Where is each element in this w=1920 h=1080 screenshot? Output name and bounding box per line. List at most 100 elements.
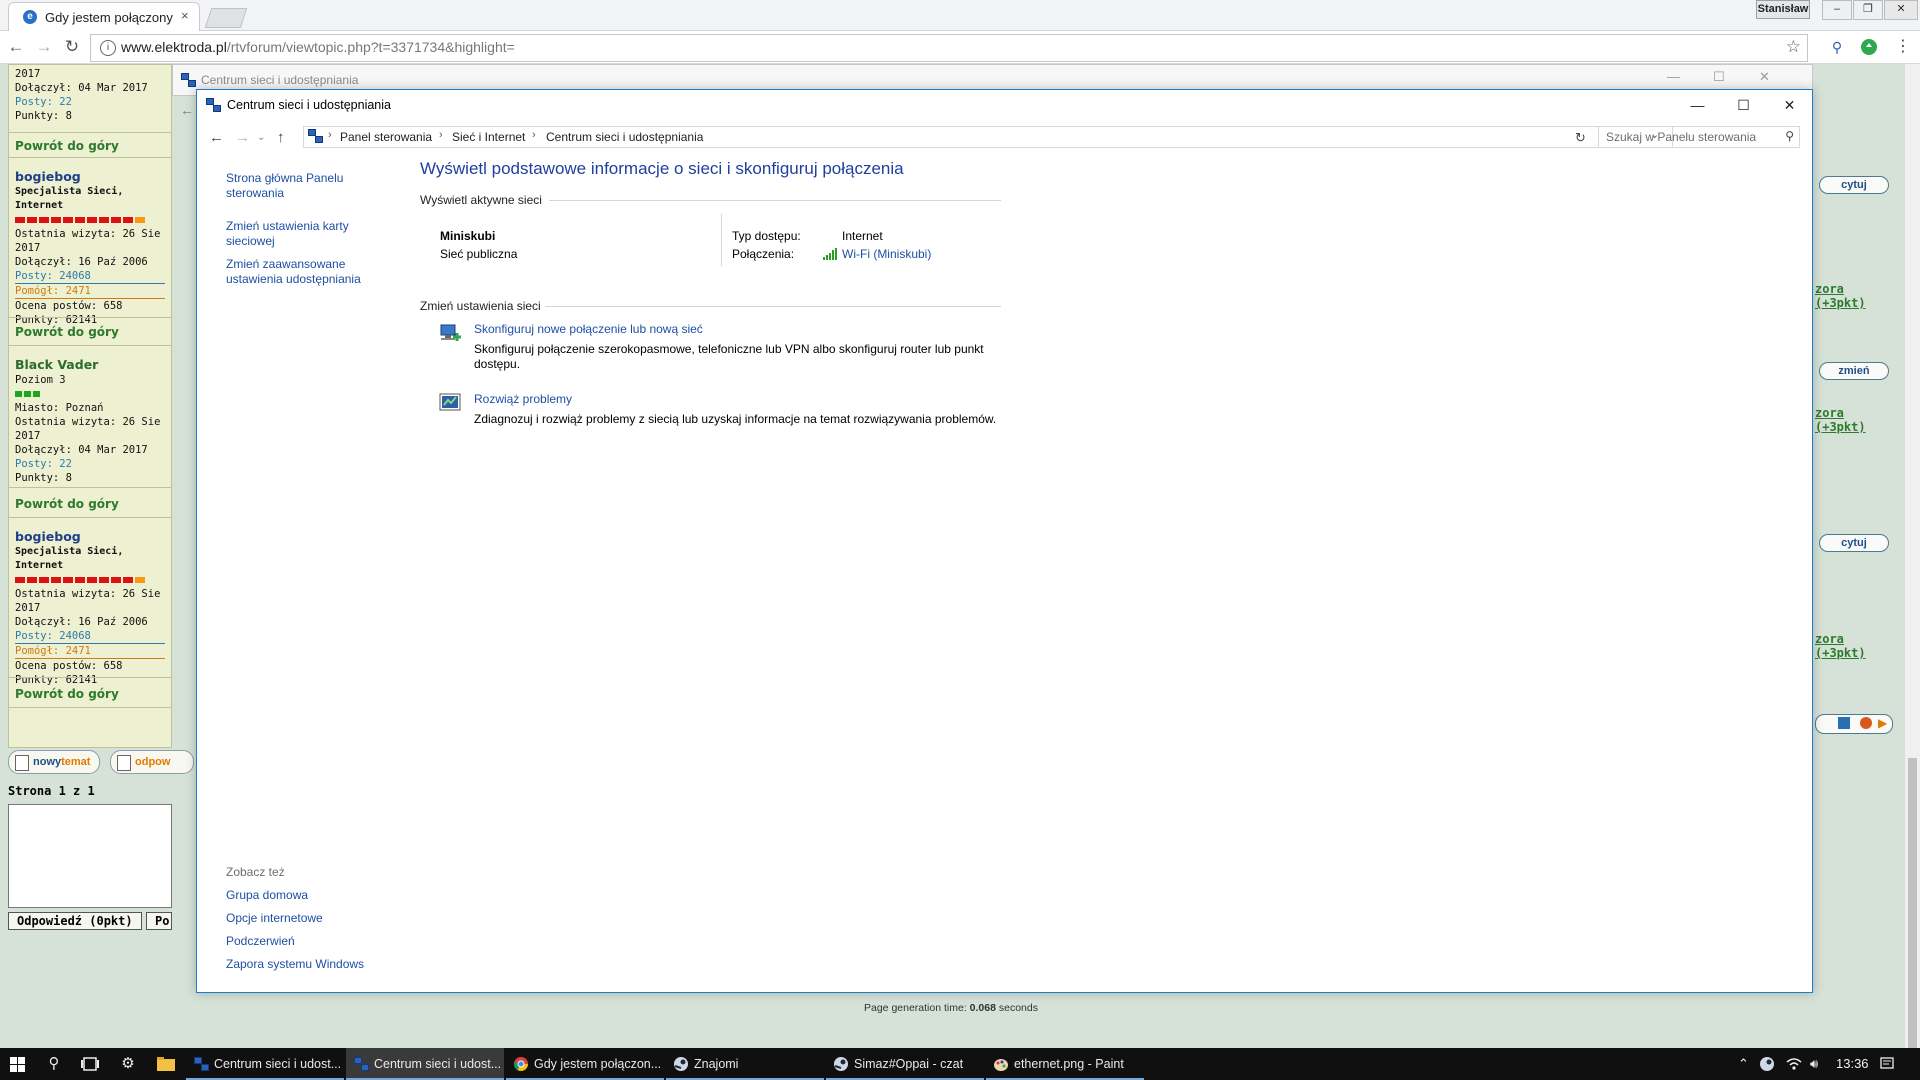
- back-to-top-link[interactable]: Powrót do góry: [15, 497, 119, 511]
- helpful-link[interactable]: zora (+3pkt): [1815, 632, 1896, 660]
- star-icon[interactable]: ☆: [1786, 37, 1801, 57]
- steam-tray-icon[interactable]: [1760, 1048, 1774, 1080]
- back-icon[interactable]: ←: [209, 129, 224, 146]
- show-hidden-icons[interactable]: ⌃: [1738, 1048, 1749, 1080]
- quote-button[interactable]: cytuj: [1819, 176, 1889, 194]
- breadcrumb-network-center[interactable]: Centrum sieci i udostępniania: [546, 130, 703, 144]
- author-name[interactable]: Black Vader: [15, 357, 165, 373]
- wifi-connection-link[interactable]: Wi-Fi (Miniskubi): [842, 247, 931, 261]
- see-also-infrared[interactable]: Podczerwień: [226, 934, 295, 949]
- elektroda-favicon-icon: e: [23, 10, 37, 24]
- recent-locations-icon[interactable]: ⌄: [257, 132, 265, 143]
- user-profile-badge[interactable]: Stanisław: [1756, 0, 1810, 19]
- taskbar-item-chrome[interactable]: Gdy jestem połączon...: [506, 1048, 664, 1080]
- see-also-homegroup[interactable]: Grupa domowa: [226, 888, 308, 903]
- taskbar-item-label: Centrum sieci i udost...: [214, 1057, 342, 1071]
- taskbar-item-network-center-1[interactable]: Centrum sieci i udost...: [186, 1048, 344, 1080]
- maximize-button[interactable]: ☐: [1713, 69, 1725, 85]
- forward-icon[interactable]: →: [34, 37, 54, 57]
- chevron-right-icon[interactable]: ›: [532, 129, 536, 141]
- address-toolbar: ← → ⌄ ↑ › Panel sterowania › Sieć i Inte…: [197, 120, 1812, 154]
- breadcrumb-network-internet[interactable]: Sieć i Internet: [452, 130, 525, 144]
- reply-button[interactable]: Odpowiedź (0pkt): [8, 912, 142, 930]
- search-input[interactable]: Szukaj w Panelu sterowania ⚲: [1598, 126, 1800, 148]
- breadcrumb-control-panel[interactable]: Panel sterowania: [340, 130, 432, 144]
- author-name[interactable]: bogiebog: [15, 169, 165, 185]
- start-button[interactable]: [0, 1048, 36, 1080]
- helpful-link[interactable]: zora (+3pkt): [1815, 406, 1896, 434]
- see-also-windows-firewall[interactable]: Zapora systemu Windows: [226, 957, 364, 972]
- taskbar-item-steam-chat[interactable]: Simaz#Oppai - czat: [826, 1048, 984, 1080]
- reply-pill-button[interactable]: odpow: [110, 750, 194, 774]
- notifications-icon[interactable]: [1880, 1048, 1894, 1080]
- network-name: Miniskubi: [440, 229, 496, 243]
- quick-reply-textarea[interactable]: [8, 804, 172, 908]
- new-tab-button[interactable]: [204, 8, 248, 28]
- search-icon[interactable]: ⚲: [36, 1048, 72, 1080]
- level-bar: [15, 387, 165, 401]
- maximize-button[interactable]: ☐: [1721, 90, 1766, 120]
- report-icon[interactable]: [1860, 717, 1872, 729]
- nav-control-panel-home[interactable]: Strona główna Panelu sterowania: [226, 171, 356, 201]
- minimize-button[interactable]: —: [1675, 90, 1720, 120]
- browser-close-button[interactable]: ✕: [1884, 0, 1918, 20]
- back-to-top-link[interactable]: Powrót do góry: [15, 325, 119, 339]
- window-titlebar[interactable]: Centrum sieci i udostępniania — ☐ ✕: [197, 90, 1812, 120]
- settings-icon[interactable]: ⚙: [110, 1048, 146, 1080]
- author-joined: Dołączył: 16 Paź 2006: [15, 616, 148, 628]
- info-icon[interactable]: i: [100, 40, 116, 56]
- new-topic-button[interactable]: nowytemat: [8, 750, 100, 774]
- wifi-icon[interactable]: [1786, 1048, 1802, 1080]
- save-icon[interactable]: [1838, 717, 1850, 729]
- extension-icon-green[interactable]: [1860, 38, 1878, 56]
- chevron-right-icon[interactable]: ›: [328, 129, 332, 141]
- helpful-link[interactable]: zora (+3pkt): [1815, 282, 1896, 310]
- post-joined: Dołączył: 04 Mar 2017: [15, 82, 148, 94]
- refresh-icon[interactable]: ↻: [1575, 130, 1586, 146]
- taskbar-item-network-center-2[interactable]: Centrum sieci i udost...: [346, 1048, 504, 1080]
- back-to-top-link[interactable]: Powrót do góry: [15, 139, 119, 153]
- extension-icon[interactable]: ⚲: [1828, 38, 1846, 56]
- author-name[interactable]: bogiebog: [15, 529, 165, 545]
- breadcrumb-bar[interactable]: › Panel sterowania › Sieć i Internet › C…: [303, 126, 1673, 148]
- back-to-top-link[interactable]: Powrót do góry: [15, 687, 119, 701]
- scrollbar-thumb[interactable]: [1908, 758, 1917, 1058]
- close-button[interactable]: ✕: [1759, 69, 1770, 85]
- post-author-info: bogiebog Specjalista Sieci, Internet Ost…: [15, 169, 165, 327]
- search-icon[interactable]: ⚲: [1785, 129, 1794, 143]
- address-bar[interactable]: i www.elektroda.pl/rtvforum/viewtopic.ph…: [90, 34, 1808, 62]
- clock[interactable]: 13:36: [1836, 1048, 1869, 1080]
- author-last-visit-year: 2017: [15, 430, 41, 442]
- up-icon[interactable]: ↑: [277, 129, 285, 146]
- nav-change-adapter-settings[interactable]: Zmień ustawienia karty sieciowej: [226, 219, 356, 249]
- task-view-icon[interactable]: [72, 1048, 108, 1080]
- taskbar-item-paint[interactable]: ethernet.png - Paint: [986, 1048, 1144, 1080]
- divider: [9, 317, 171, 318]
- network-type[interactable]: Sieć publiczna: [440, 247, 517, 261]
- taskbar-item-steam-friends[interactable]: Znajomi: [666, 1048, 824, 1080]
- quote-button[interactable]: cytuj: [1819, 534, 1889, 552]
- page-scrollbar[interactable]: [1905, 64, 1920, 1064]
- close-button[interactable]: ✕: [1767, 90, 1812, 120]
- setup-new-connection-link[interactable]: Skonfiguruj nowe połączenie lub nową sie…: [474, 322, 703, 336]
- see-also-internet-options[interactable]: Opcje internetowe: [226, 911, 323, 926]
- arrow-right-icon[interactable]: ▶: [1878, 716, 1887, 730]
- troubleshoot-link[interactable]: Rozwiąż problemy: [474, 392, 572, 406]
- file-explorer-icon[interactable]: [148, 1048, 184, 1080]
- browser-minimize-button[interactable]: –: [1822, 0, 1852, 20]
- browser-restore-button[interactable]: ❐: [1853, 0, 1883, 20]
- tab-close-icon[interactable]: ×: [181, 8, 189, 23]
- menu-icon[interactable]: ⋮: [1894, 38, 1912, 56]
- preview-button[interactable]: Po: [146, 912, 172, 930]
- back-icon[interactable]: ←: [6, 37, 26, 57]
- reload-icon[interactable]: ↻: [62, 37, 82, 57]
- chevron-right-icon[interactable]: ›: [439, 129, 443, 141]
- post-tools-bar[interactable]: ▶: [1815, 714, 1893, 734]
- volume-icon[interactable]: 🔊︎: [1810, 1048, 1818, 1080]
- nav-advanced-sharing[interactable]: Zmień zaawansowane ustawienia udostępnia…: [226, 257, 366, 287]
- forward-icon[interactable]: →: [235, 129, 250, 146]
- minimize-button[interactable]: —: [1667, 69, 1680, 84]
- browser-tab-active[interactable]: e Gdy jestem połączony pr ×: [8, 2, 200, 31]
- back-icon[interactable]: ←: [180, 102, 194, 118]
- edit-button[interactable]: zmień: [1819, 362, 1889, 380]
